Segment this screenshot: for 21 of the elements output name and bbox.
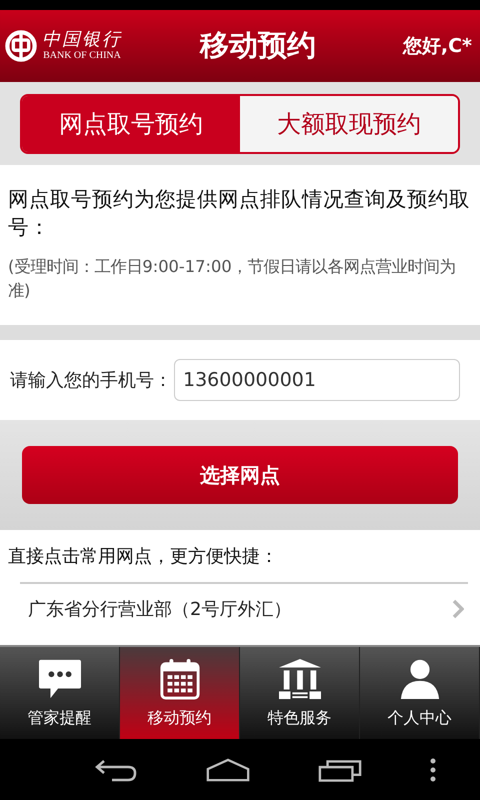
bank-building-icon (276, 658, 322, 700)
logo-subtitle: BANK OF CHINA (43, 50, 121, 62)
logo-name: 中国银行 (42, 30, 122, 50)
branch-item[interactable]: 广东省分行营业部（2号厅外汇） (20, 582, 468, 634)
select-branch-button[interactable]: 选择网点 (22, 446, 458, 504)
intro-text: 网点取号预约为您提供网点排队情况查询及预约取号： (8, 186, 471, 241)
home-icon[interactable] (206, 756, 250, 782)
chat-bubble-icon (36, 658, 82, 700)
branch-name: 广东省分行营业部（2号厅外汇） (28, 598, 292, 621)
bank-logo-icon (4, 29, 38, 63)
nav-tab[interactable]: 移动预约 (120, 647, 240, 739)
menu-icon[interactable] (430, 758, 436, 782)
phone-field[interactable]: 13600000001 (174, 359, 460, 401)
phone-label: 请输入您的手机号： (10, 369, 172, 392)
greeting: 您好,C* (402, 34, 472, 59)
page-title: 移动预约 (200, 27, 316, 64)
tab[interactable]: 网点取号预约 (22, 96, 240, 152)
tab[interactable]: 大额取现预约 (240, 96, 458, 152)
chevron-icon (452, 599, 464, 619)
hours-note: (受理时间：工作日9:00-17:00，节假日请以各网点营业时间为准) (8, 256, 457, 302)
favorites-heading: 直接点击常用网点，更方便快捷： (8, 545, 279, 568)
